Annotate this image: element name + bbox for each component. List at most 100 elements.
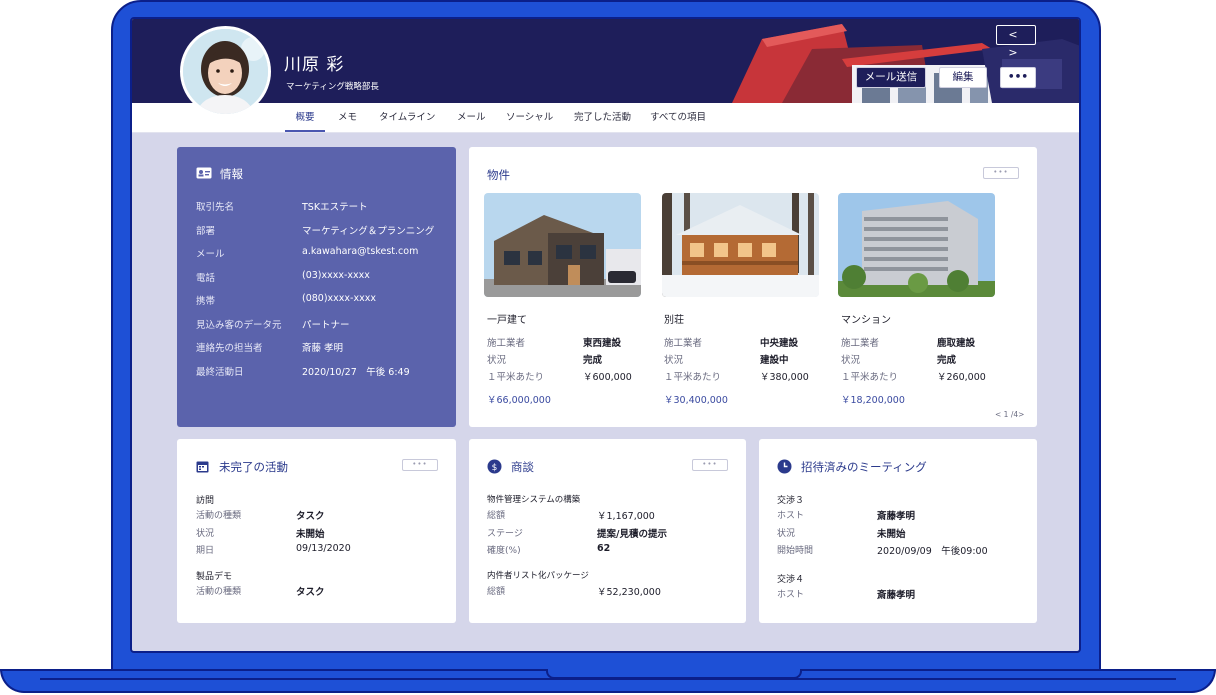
tab-overview[interactable]: 概要: [285, 103, 325, 132]
row-label: １平米あたり: [664, 372, 722, 383]
row-value: 2020/09/09 午後09:00: [877, 546, 988, 557]
info-card: 情報 取引先名 TSKエステート 部署 マーケティング＆プランニング メール a…: [177, 147, 456, 427]
dollar-icon: $: [487, 459, 502, 474]
activities-card: 未完了の活動 ••• 訪問 活動の種類 タスク 状況 未開始 期日 09/13/…: [177, 439, 456, 623]
clock-icon: [777, 459, 792, 474]
row-value: 斎藤孝明: [877, 590, 916, 601]
contact-card-icon: [196, 167, 212, 179]
activity-title[interactable]: 製品デモ: [196, 569, 232, 582]
meetings-card: 招待済みのミーティング 交渉３ ホスト 斎藤孝明 状況 未開始 開始時間 202…: [759, 439, 1037, 623]
row-label: 取引先名: [196, 202, 235, 213]
villa-photo[interactable]: [662, 193, 819, 297]
row-label: ホスト: [777, 511, 805, 521]
row-label: 最終活動日: [196, 367, 244, 378]
properties-pagination[interactable]: < 1 /4>: [995, 410, 1024, 419]
row-label: メール: [196, 249, 225, 260]
contact-name: 川原 彩: [284, 55, 345, 75]
more-actions-button[interactable]: •••: [1000, 67, 1036, 88]
house-photo[interactable]: [484, 193, 641, 297]
row-label: 連絡先の担当者: [196, 343, 263, 354]
avatar-photo: [183, 29, 268, 114]
row-label: 状況: [841, 355, 861, 366]
row-label: 状況: [196, 529, 215, 539]
row-label: 活動の種類: [196, 587, 242, 597]
property-total: ￥66,000,000: [487, 395, 551, 406]
send-email-button[interactable]: メール送信: [856, 67, 926, 88]
row-value: ￥1,167,000: [597, 511, 655, 522]
row-label: 期日: [196, 546, 215, 556]
app-screen: < > 川原 彩 マーケティング戦略部長 メール送信 編集 ••• 概要 メモ …: [130, 17, 1081, 653]
row-value: 完成: [937, 355, 957, 366]
email-link[interactable]: a.kawahara@tskest.com: [302, 246, 418, 257]
edit-button[interactable]: 編集: [939, 67, 987, 88]
row-value: 中央建設: [760, 338, 799, 349]
row-label: ステージ: [487, 529, 523, 539]
tab-all-fields[interactable]: すべての項目: [650, 103, 706, 132]
deal-title[interactable]: 物件管理システムの構築: [487, 493, 580, 505]
row-label: 状況: [487, 355, 507, 366]
meetings-title: 招待済みのミーティング: [801, 460, 927, 474]
row-value: タスク: [296, 511, 325, 522]
meeting-title[interactable]: 交渉４: [777, 572, 804, 585]
row-label: 総額: [487, 587, 506, 597]
properties-title: 物件: [487, 168, 510, 182]
row-label: ホスト: [777, 590, 805, 600]
row-label: 施工業者: [841, 338, 880, 349]
row-value: TSKエステート: [302, 202, 368, 213]
deals-title: 商談: [511, 460, 534, 474]
row-label: 状況: [664, 355, 684, 366]
info-title: 情報: [220, 167, 243, 181]
row-label: 状況: [777, 529, 796, 539]
mobile-link[interactable]: (080)xxxx-xxxx: [302, 293, 376, 304]
properties-more-button[interactable]: •••: [983, 167, 1019, 179]
record-pager[interactable]: < >: [996, 25, 1036, 59]
deals-card: $ 商談 ••• 物件管理システムの構築 総額 ￥1,167,000 ステージ …: [469, 439, 746, 623]
contact-role: マーケティング戦略部長: [286, 82, 379, 92]
row-label: 部署: [196, 226, 216, 237]
row-label: １平米あたり: [841, 372, 899, 383]
row-value: ￥52,230,000: [597, 587, 661, 598]
row-label: 活動の種類: [196, 511, 242, 521]
row-label: 施工業者: [487, 338, 526, 349]
tab-social[interactable]: ソーシャル: [506, 103, 553, 132]
property-total: ￥18,200,000: [841, 395, 905, 406]
property-total: ￥30,400,000: [664, 395, 728, 406]
tab-timeline[interactable]: タイムライン: [379, 103, 435, 132]
row-value: 未開始: [296, 529, 325, 540]
property-name: 別荘: [664, 315, 684, 326]
row-label: 施工業者: [664, 338, 703, 349]
row-value: 完成: [583, 355, 603, 366]
deal-title[interactable]: 内件者リスト化パッケージ: [487, 569, 589, 581]
row-value: 2020/10/27 午後 6:49: [302, 367, 410, 378]
tab-email[interactable]: メール: [457, 103, 486, 132]
row-value: 提案/見積の提示: [597, 529, 667, 540]
row-value: 建設中: [760, 355, 789, 366]
svg-text:$: $: [492, 463, 498, 473]
tab-completed-activities[interactable]: 完了した活動: [574, 103, 631, 132]
activities-more-button[interactable]: •••: [402, 459, 438, 471]
deals-more-button[interactable]: •••: [692, 459, 728, 471]
laptop-notch: [546, 669, 802, 679]
meeting-title[interactable]: 交渉３: [777, 493, 804, 506]
row-value: ￥600,000: [583, 372, 632, 383]
row-label: 見込み客のデータ元: [196, 320, 282, 331]
row-value: 斎藤 孝明: [302, 343, 344, 354]
row-label: 電話: [196, 273, 216, 284]
tab-memo[interactable]: メモ: [338, 103, 357, 132]
row-value: マーケティング＆プランニング: [302, 226, 435, 237]
mansion-photo[interactable]: [838, 193, 995, 297]
row-value: 鹿取建設: [937, 338, 976, 349]
avatar: [180, 26, 271, 117]
row-label: 開始時間: [777, 546, 814, 556]
profile-banner: < > 川原 彩 マーケティング戦略部長 メール送信 編集 •••: [132, 19, 1079, 103]
row-label: 携帯: [196, 296, 216, 307]
row-value: ￥260,000: [937, 372, 986, 383]
property-name: マンション: [841, 315, 891, 326]
row-label: 総額: [487, 511, 506, 521]
row-value: タスク: [296, 587, 325, 598]
activity-title[interactable]: 訪問: [196, 493, 214, 506]
row-value: パートナー: [302, 320, 350, 331]
row-value: 09/13/2020: [296, 543, 351, 554]
phone-link[interactable]: (03)xxxx-xxxx: [302, 270, 370, 281]
activities-title: 未完了の活動: [219, 460, 288, 474]
